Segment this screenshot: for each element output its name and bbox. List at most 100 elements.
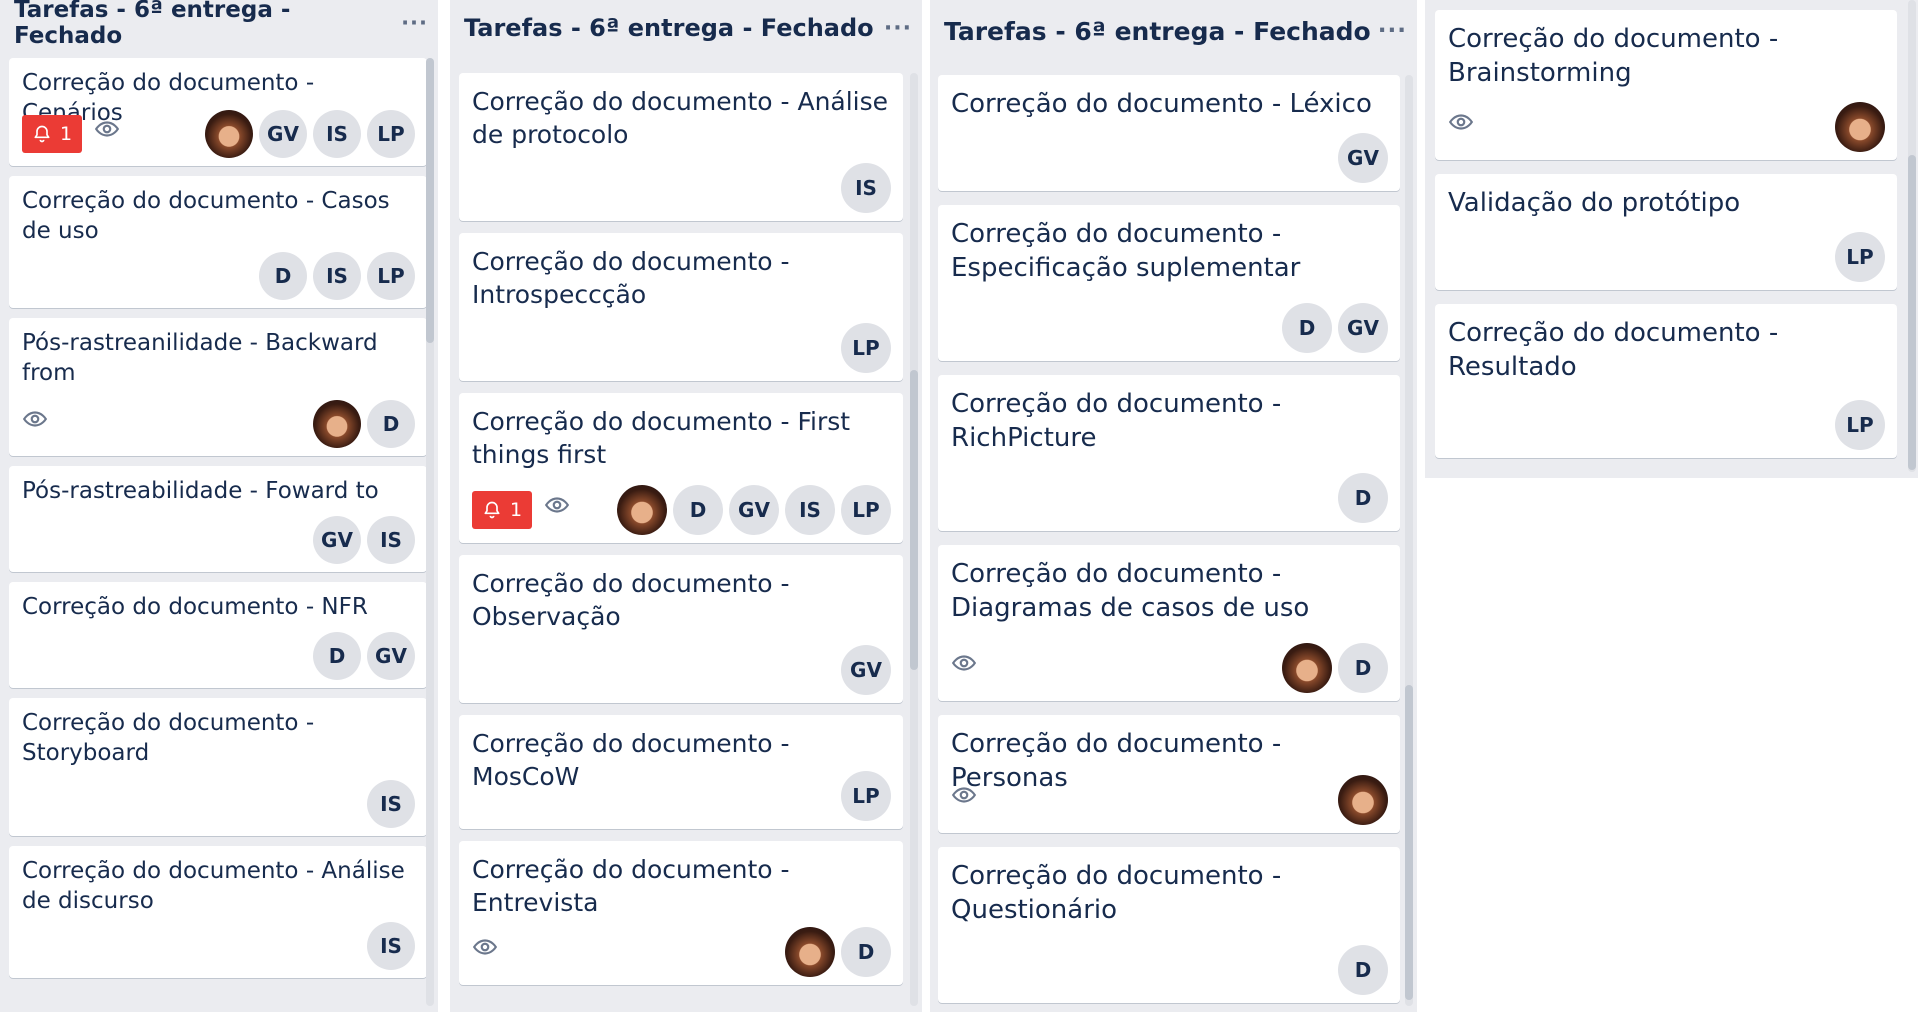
scrollbar-thumb[interactable] (426, 58, 434, 343)
avatar[interactable]: LP (367, 252, 415, 300)
avatar[interactable]: GV (1338, 133, 1388, 183)
avatar[interactable]: GV (367, 632, 415, 680)
card-members (1338, 775, 1388, 825)
card[interactable]: Correção do documento - Introspeccção LP (459, 233, 903, 381)
list-column: Correção do documento - Brainstorming Val… (1425, 0, 1918, 478)
avatar-photo[interactable] (1835, 102, 1885, 152)
list-scrollbar[interactable] (1405, 75, 1413, 1006)
card[interactable]: Correção do documento - Entrevista D (459, 841, 903, 985)
avatar[interactable]: LP (841, 323, 891, 373)
card-footer: D (951, 945, 1388, 995)
avatar[interactable]: IS (785, 485, 835, 535)
avatar-photo[interactable] (1338, 775, 1388, 825)
avatar[interactable]: IS (841, 163, 891, 213)
list-header: Tarefas - 6ª entrega - Fechado ··· (450, 0, 922, 54)
card[interactable]: Correção do documento - Brainstorming (1435, 10, 1897, 160)
scrollbar-thumb[interactable] (1405, 685, 1413, 1000)
avatar[interactable]: IS (313, 110, 361, 158)
card[interactable]: Validação do protótipo LP (1435, 174, 1897, 290)
avatar[interactable]: D (1338, 643, 1388, 693)
more-icon[interactable]: ··· (1378, 18, 1407, 44)
card-footer: IS (472, 163, 891, 213)
card[interactable]: Correção do documento - Personas (938, 715, 1400, 833)
card[interactable]: Correção do documento - Análise de proto… (459, 73, 903, 221)
avatar[interactable]: LP (367, 110, 415, 158)
card-footer: GV (951, 133, 1388, 183)
list-column: Tarefas - 6ª entrega - Fechado ··· Correçã… (0, 0, 438, 1012)
scrollbar-thumb[interactable] (1908, 155, 1916, 470)
avatar-photo[interactable] (205, 110, 253, 158)
avatar[interactable]: GV (729, 485, 779, 535)
avatar[interactable]: GV (259, 110, 307, 158)
avatar-photo[interactable] (785, 927, 835, 977)
card[interactable]: Pós-rastreanilidade - Backward from D (9, 318, 427, 456)
notification-count: 1 (510, 499, 523, 521)
avatar[interactable]: IS (313, 252, 361, 300)
card-badges (951, 787, 977, 808)
list-scrollbar[interactable] (1908, 0, 1916, 472)
card-badges (1448, 114, 1474, 135)
card-footer: IS (22, 922, 415, 970)
avatar[interactable]: GV (313, 516, 361, 564)
card[interactable]: Correção do documento - NFR D GV (9, 582, 427, 688)
card-members: IS (367, 922, 415, 970)
card-badges (472, 939, 498, 960)
card[interactable]: Correção do documento - Léxico GV (938, 75, 1400, 191)
card-footer: GV (472, 645, 891, 695)
avatar[interactable]: IS (367, 780, 415, 828)
card[interactable]: Correção do documento - MosCoW LP (459, 715, 903, 829)
card[interactable]: Correção do documento - Resultado LP (1435, 304, 1897, 458)
card-members: LP (841, 323, 891, 373)
eye-icon (951, 650, 977, 676)
avatar[interactable]: D (259, 252, 307, 300)
more-icon[interactable]: ··· (884, 16, 912, 41)
avatar[interactable]: D (313, 632, 361, 680)
notification-badge[interactable]: 1 (472, 491, 533, 529)
avatar[interactable]: LP (1835, 232, 1885, 282)
bell-icon (32, 124, 52, 144)
avatar[interactable]: IS (367, 922, 415, 970)
card-title: Correção do documento - Léxico (951, 89, 1372, 119)
avatar[interactable]: IS (367, 516, 415, 564)
card[interactable]: Correção do documento - Observação GV (459, 555, 903, 703)
list-scrollbar[interactable] (910, 73, 918, 1006)
card[interactable]: Correção do documento - Diagramas de cas… (938, 545, 1400, 701)
avatar[interactable]: GV (1338, 303, 1388, 353)
avatar[interactable]: D (1338, 945, 1388, 995)
avatar[interactable]: D (673, 485, 723, 535)
card[interactable]: Correção do documento - First things fir… (459, 393, 903, 543)
card[interactable]: Correção do documento - RichPicture D (938, 375, 1400, 531)
card[interactable]: Correção do documento - Análise de discu… (9, 846, 427, 978)
avatar-photo[interactable] (313, 400, 361, 448)
avatar[interactable]: LP (841, 485, 891, 535)
list-title[interactable]: Tarefas - 6ª entrega - Fechado (944, 17, 1371, 46)
card[interactable]: Correção do documento - Storyboard IS (9, 698, 427, 836)
avatar[interactable]: GV (841, 645, 891, 695)
more-icon[interactable]: ··· (401, 11, 428, 35)
card[interactable]: Correção do documento - Questionário D (938, 847, 1400, 1003)
avatar[interactable]: D (1338, 473, 1388, 523)
avatar[interactable]: D (367, 400, 415, 448)
list-title[interactable]: Tarefas - 6ª entrega - Fechado (14, 0, 401, 49)
scrollbar-thumb[interactable] (910, 370, 918, 670)
avatar[interactable]: D (1282, 303, 1332, 353)
card[interactable]: Pós-rastreabilidade - Foward to GV IS (9, 466, 427, 572)
list-title[interactable]: Tarefas - 6ª entrega - Fechado (464, 14, 874, 42)
list-scrollbar[interactable] (426, 58, 434, 1006)
avatar[interactable]: LP (841, 771, 891, 821)
avatar-photo[interactable] (617, 485, 667, 535)
card-members: D GV (1282, 303, 1388, 353)
avatar[interactable]: LP (1835, 400, 1885, 450)
avatar-photo[interactable] (1282, 643, 1332, 693)
avatar[interactable]: D (841, 927, 891, 977)
card-members: D IS LP (259, 252, 415, 300)
card-title: Pós-rastreanilidade - Backward from (22, 330, 378, 387)
eye-icon (22, 406, 48, 432)
card[interactable]: Correção do documento - Cenários 1 GV IS LP (9, 58, 427, 166)
card[interactable]: Correção do documento - Especificação su… (938, 205, 1400, 361)
card-footer: LP (1448, 400, 1885, 450)
card-members: GV IS LP (205, 110, 415, 158)
card[interactable]: Correção do documento - Casos de uso D IS L… (9, 176, 427, 308)
notification-badge[interactable]: 1 (22, 115, 83, 153)
card-title: Correção do documento - Observação (472, 569, 790, 631)
